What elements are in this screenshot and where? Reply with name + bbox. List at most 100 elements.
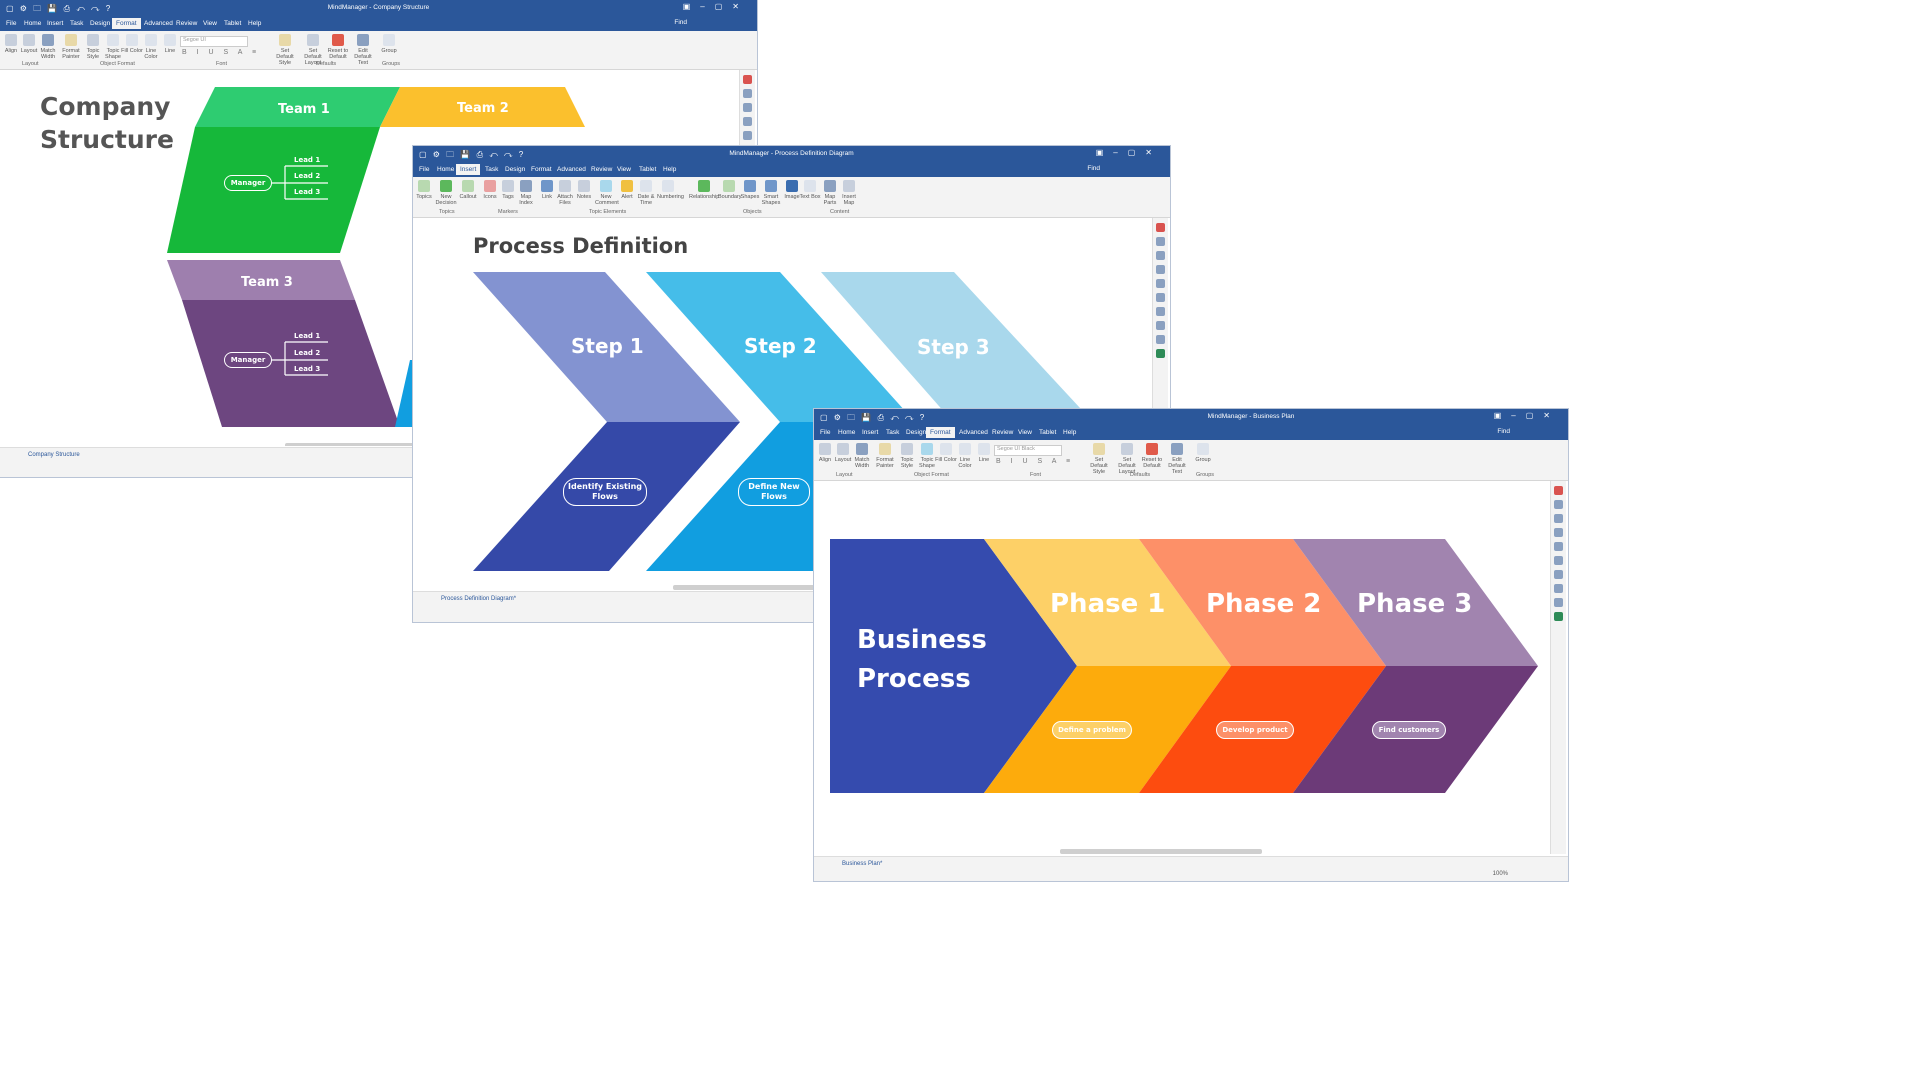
topics-button[interactable]: Topics [413,180,435,200]
tab-format[interactable]: Format [112,18,141,29]
doc-tab-company-structure[interactable]: Company Structure [28,452,80,458]
pane-icon[interactable] [1554,528,1563,537]
tab-format[interactable]: Format [926,427,955,438]
pane-icon[interactable] [1554,500,1563,509]
tab-advanced[interactable]: Advanced [955,427,992,438]
doc-tab-process-definition[interactable]: Process Definition Diagram* [441,596,516,602]
tab-task[interactable]: Task [481,164,502,175]
new-decision-button[interactable]: New Decision [435,180,457,206]
tab-help[interactable]: Help [1059,427,1080,438]
tab-advanced[interactable]: Advanced [553,164,590,175]
tab-tablet[interactable]: Tablet [220,18,245,29]
team2-label[interactable]: Team 2 [457,101,509,116]
numbering-button[interactable]: Numbering [657,180,684,200]
pane-icon[interactable] [1156,237,1165,246]
team3-lead1[interactable]: Lead 1 [294,332,320,340]
new-comment-button[interactable]: New Comment [595,180,619,206]
notes-button[interactable]: Notes [573,180,595,200]
pane-icon[interactable] [1156,349,1165,358]
pane-icon[interactable] [1156,307,1165,316]
step1-label[interactable]: Step 1 [571,334,644,358]
pane-icon[interactable] [743,75,752,84]
font-format-buttons[interactable]: B I U S A ≡ [996,458,1074,465]
format-painter-button[interactable]: Format Painter [874,443,896,469]
phase3-label[interactable]: Phase 3 [1357,589,1472,619]
group-button[interactable]: Group [378,34,400,54]
pane-icon[interactable] [743,89,752,98]
match-width-button[interactable]: Match Width [37,34,59,60]
define-new-flows-node[interactable]: Define New Flows [738,478,810,506]
pane-icon[interactable] [1156,279,1165,288]
topic-style-button[interactable]: Topic Style [82,34,104,60]
reset-default-button[interactable]: Reset to Default [327,34,349,60]
pane-icon[interactable] [1156,293,1165,302]
map-index-button[interactable]: Map Index [515,180,537,206]
window-controls[interactable]: ▣–▢✕ [1096,148,1162,157]
horizontal-scrollbar[interactable] [285,443,415,446]
tab-home[interactable]: Home [20,18,45,29]
step3-label[interactable]: Step 3 [917,335,990,359]
relationship-button[interactable]: Relationship [689,180,719,200]
pane-icon[interactable] [1156,335,1165,344]
team1-manager-node[interactable]: Manager [224,175,272,191]
tab-insert[interactable]: Insert [858,427,882,438]
tab-insert[interactable]: Insert [43,18,67,29]
tab-home[interactable]: Home [433,164,458,175]
pane-icon[interactable] [1554,556,1563,565]
tab-view[interactable]: View [199,18,221,29]
pane-icon[interactable] [1554,612,1563,621]
team1-label[interactable]: Team 1 [278,102,330,117]
tab-file[interactable]: File [816,427,834,438]
map-canvas[interactable]: Business Process Phase 1 Phase 2 Phase 3… [814,481,1568,854]
identify-existing-flows-node[interactable]: Identify Existing Flows [563,478,647,506]
topic-style-button[interactable]: Topic Style [896,443,918,469]
callout-button[interactable]: Callout [457,180,479,200]
find-box[interactable]: Find [1087,165,1100,172]
quick-access-toolbar[interactable]: ▢ ⚙ 🗀 💾 ⎙ ↶ ↷ ? [820,412,926,426]
find-box[interactable]: Find [674,19,687,26]
font-format-buttons[interactable]: B I U S A ≡ [182,49,260,56]
team1-body[interactable] [167,127,380,253]
tab-view[interactable]: View [613,164,635,175]
pane-icon[interactable] [1156,321,1165,330]
window-controls[interactable]: ▣–▢✕ [683,2,749,11]
tab-design[interactable]: Design [501,164,529,175]
reset-default-button[interactable]: Reset to Default [1141,443,1163,469]
pane-icon[interactable] [1554,584,1563,593]
tab-file[interactable]: File [2,18,20,29]
insert-map-button[interactable]: Insert Map [838,180,860,206]
tab-review[interactable]: Review [587,164,616,175]
line-button[interactable]: Line [159,34,181,54]
tab-format[interactable]: Format [527,164,556,175]
team3-label[interactable]: Team 3 [241,275,293,290]
tab-tablet[interactable]: Tablet [635,164,660,175]
tab-view[interactable]: View [1014,427,1036,438]
line-button[interactable]: Line [973,443,995,463]
font-name-box[interactable]: Segoe UI [180,36,248,47]
zoom-level[interactable]: 100% [1493,871,1508,877]
pane-icon[interactable] [1554,598,1563,607]
tab-tablet[interactable]: Tablet [1035,427,1060,438]
team3-manager-node[interactable]: Manager [224,352,272,368]
window-controls[interactable]: ▣–▢✕ [1494,411,1560,420]
find-box[interactable]: Find [1497,428,1510,435]
format-painter-button[interactable]: Format Painter [60,34,82,60]
tab-help[interactable]: Help [244,18,265,29]
set-default-style-button[interactable]: Set Default Style [274,34,296,66]
pane-icon[interactable] [743,103,752,112]
pane-icon[interactable] [1554,542,1563,551]
tab-task[interactable]: Task [882,427,903,438]
team1-lead2[interactable]: Lead 2 [294,172,320,180]
tab-insert[interactable]: Insert [456,164,481,175]
match-width-button[interactable]: Match Width [851,443,873,469]
horizontal-scrollbar[interactable] [673,585,823,590]
edit-default-text-button[interactable]: Edit Default Text [1166,443,1188,475]
date-time-button[interactable]: Date & Time [635,180,657,206]
tab-task[interactable]: Task [66,18,87,29]
set-default-style-button[interactable]: Set Default Style [1088,443,1110,475]
phase1-label[interactable]: Phase 1 [1050,589,1165,619]
font-name-box[interactable]: Segoe UI Black [994,445,1062,456]
pane-icon[interactable] [1554,570,1563,579]
group-button[interactable]: Group [1192,443,1214,463]
tab-file[interactable]: File [415,164,433,175]
